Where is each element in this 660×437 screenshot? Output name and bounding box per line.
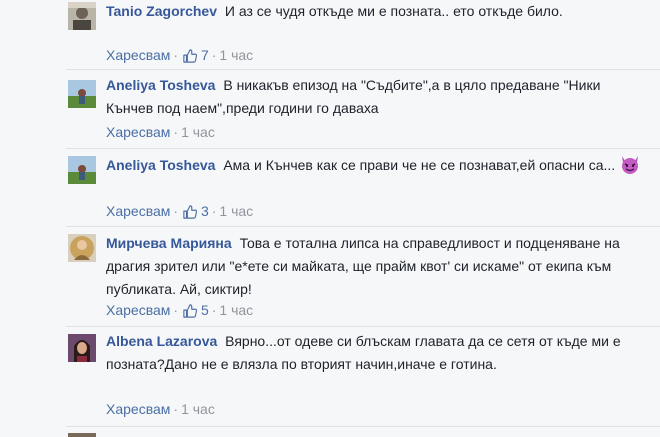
separator: ·: [211, 47, 217, 63]
comment-text: И аз се чудя откъде ми е позната.. ето о…: [224, 3, 563, 19]
separator: ·: [211, 302, 217, 318]
comment-body: Aneliya Tosheva Ама и Кънчев как се прав…: [106, 153, 646, 182]
thumbs-up-icon: [183, 49, 198, 63]
like-count[interactable]: 7: [181, 47, 209, 63]
separator: ·: [211, 203, 217, 219]
comment-body: Aneliya Tosheva В никакъв епизод на "Съд…: [106, 74, 646, 120]
comment-author-link[interactable]: Aneliya Tosheva: [106, 157, 215, 173]
comment-body: Tanio Zagorchev И аз се чудя откъде ми е…: [106, 0, 646, 23]
comment-author-link[interactable]: Aneliya Tosheva: [106, 77, 215, 93]
comment-body: Albena Lazarova Вярно...от одеве си блъс…: [106, 330, 646, 376]
divider: [66, 69, 660, 70]
timestamp[interactable]: 1 час: [219, 203, 253, 219]
like-count[interactable]: 5: [181, 302, 209, 318]
comment-text: Ама и Кънчев как се прави че не се позна…: [223, 157, 616, 173]
divider: [66, 326, 660, 327]
divider: [66, 426, 660, 427]
timestamp[interactable]: 1 час: [181, 401, 215, 417]
timestamp[interactable]: 1 час: [181, 124, 215, 140]
separator: ·: [173, 47, 179, 63]
like-count-value: 5: [200, 302, 209, 318]
comment-actions: Харесвам · 1 час: [106, 123, 215, 141]
divider: [66, 226, 660, 227]
comment-author-link[interactable]: Tanio Zagorchev: [106, 3, 217, 19]
separator: ·: [173, 203, 179, 219]
separator: ·: [173, 124, 179, 140]
separator: ·: [173, 302, 179, 318]
avatar[interactable]: [68, 234, 96, 262]
avatar[interactable]: [68, 433, 96, 437]
comment-actions: Харесвам · 1 час: [106, 400, 215, 418]
comment-author-link[interactable]: Мирчева Марияна: [106, 235, 232, 251]
timestamp[interactable]: 1 час: [219, 302, 253, 318]
separator: ·: [173, 401, 179, 417]
avatar[interactable]: [68, 80, 96, 108]
devil-emoji-icon: [619, 153, 641, 182]
like-button[interactable]: Харесвам: [106, 47, 170, 63]
thumbs-up-icon: [183, 304, 198, 318]
like-count-value: 3: [200, 203, 209, 219]
comment-actions: Харесвам · 5 · 1 час: [106, 301, 253, 319]
like-count-value: 7: [200, 47, 209, 63]
timestamp[interactable]: 1 час: [219, 47, 253, 63]
divider: [66, 148, 660, 149]
avatar[interactable]: [68, 2, 96, 30]
thumbs-up-icon: [183, 205, 198, 219]
avatar[interactable]: [68, 156, 96, 184]
like-count[interactable]: 3: [181, 203, 209, 219]
like-button[interactable]: Харесвам: [106, 124, 170, 140]
like-button[interactable]: Харесвам: [106, 401, 170, 417]
comment-body: Мирчева Марияна Това е тотална липса на …: [106, 232, 646, 301]
comment-author-link[interactable]: Albena Lazarova: [106, 333, 217, 349]
comment-actions: Харесвам · 3 · 1 час: [106, 202, 253, 220]
like-button[interactable]: Харесвам: [106, 302, 170, 318]
avatar[interactable]: [68, 334, 96, 362]
like-button[interactable]: Харесвам: [106, 203, 170, 219]
comment-actions: Харесвам · 7 · 1 час: [106, 46, 253, 64]
